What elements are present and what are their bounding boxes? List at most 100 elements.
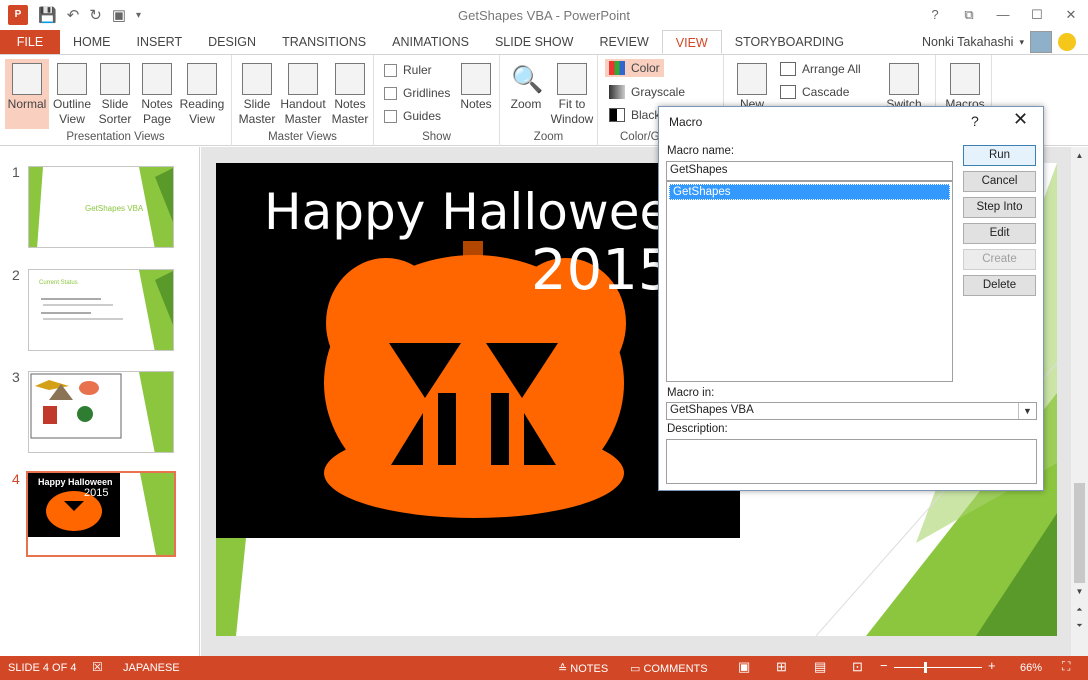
macro-dialog: Macro ? ✕ Macro name: GetShapes GetShape… [658,106,1044,491]
slide-thumbnail-panel: 1 GetShapes VBA 2 Current Status 3 4 Hap… [0,147,200,656]
grayscale-swatch-icon [609,85,625,99]
normal-view-icon [12,63,42,95]
dialog-close-button[interactable]: ✕ [1013,109,1028,130]
zoom-in-icon[interactable]: + [988,658,996,673]
fit-to-window-button[interactable]: Fit to Window [550,59,594,127]
notes-icon: ≙ [558,663,571,675]
arrange-all-icon [780,62,796,76]
grayscale-option[interactable]: Grayscale [609,85,685,99]
thumbnail-slide-4[interactable]: 4 Happy Halloween 2015 [0,471,200,561]
new-window-button[interactable]: New [734,59,770,112]
scroll-thumb[interactable] [1074,483,1085,583]
tab-insert[interactable]: INSERT [124,30,196,54]
color-option[interactable]: Color [605,59,664,77]
show-group: Ruler Gridlines Guides Notes Show [374,55,500,146]
notes-page-icon [142,63,172,95]
zoom-button[interactable]: 🔍 Zoom [506,59,546,112]
avatar [1030,31,1052,53]
vertical-scrollbar[interactable]: ▲ ▼ ⏶ ⏷ [1071,147,1088,656]
next-slide-icon[interactable]: ⏷ [1071,621,1088,631]
window-controls: ? ⧉ — ☐ ✕ [918,0,1088,30]
step-into-button[interactable]: Step Into [963,197,1036,218]
new-window-icon [737,63,767,95]
minimize-button[interactable]: — [986,0,1020,30]
notes-toggle[interactable]: ≙ NOTES [558,662,608,675]
guides-checkbox[interactable]: Guides [384,109,441,123]
thumbnail-slide-2[interactable]: 2 Current Status [0,267,200,357]
scroll-down-icon[interactable]: ▼ [1071,587,1088,596]
thumbnail-slide-3[interactable]: 3 [0,369,200,459]
normal-view-button[interactable]: Normal [5,59,49,129]
tab-transitions[interactable]: TRANSITIONS [269,30,379,54]
status-bar: SLIDE 4 OF 4 ☒ JAPANESE ≙ NOTES ▭ COMMEN… [0,656,1088,680]
comments-toggle[interactable]: ▭ COMMENTS [630,662,708,675]
handout-master-button[interactable]: Handout Master [278,59,328,127]
dialog-help-button[interactable]: ? [971,113,979,129]
tab-file[interactable]: FILE [0,30,60,54]
cascade-button[interactable]: Cascade [780,85,849,99]
normal-view-status-icon[interactable]: ▣ [738,659,750,675]
dialog-title: Macro [669,115,703,129]
close-button[interactable]: ✕ [1054,0,1088,30]
slide-title: Happy Halloween [264,183,702,241]
ruler-checkbox[interactable]: Ruler [384,63,432,77]
handout-master-icon [288,63,318,95]
macro-in-select[interactable]: GetShapes VBA ▼ [666,402,1037,420]
switch-windows-icon [889,63,919,95]
description-label: Description: [667,423,728,435]
delete-button[interactable]: Delete [963,275,1036,296]
outline-view-button[interactable]: Outline View [51,59,93,127]
run-button[interactable]: Run [963,145,1036,166]
slide-sorter-button[interactable]: Slide Sorter [95,59,135,127]
fit-slide-icon[interactable]: ⛶ [1062,659,1070,674]
help-button[interactable]: ? [918,0,952,30]
switch-windows-button[interactable]: Switch [882,59,926,112]
slide-master-button[interactable]: Slide Master [238,59,276,127]
chevron-down-icon: ▾ [1019,36,1024,47]
scroll-up-icon[interactable]: ▲ [1071,151,1088,160]
cancel-button[interactable]: Cancel [963,171,1036,192]
macro-name-input[interactable]: GetShapes [666,161,953,181]
spelling-check-icon[interactable]: ☒ [92,660,103,674]
tab-home[interactable]: HOME [60,30,124,54]
reading-view-button[interactable]: Reading View [179,59,225,127]
language-indicator[interactable]: JAPANESE [123,662,180,674]
tab-slide-show[interactable]: SLIDE SHOW [482,30,587,54]
edit-button[interactable]: Edit [963,223,1036,244]
zoom-slider[interactable] [894,662,982,673]
slide-show-status-icon[interactable]: ⊡ [852,659,863,675]
tab-storyboarding[interactable]: STORYBOARDING [722,30,857,54]
maximize-button[interactable]: ☐ [1020,0,1054,30]
black-white-option[interactable]: Black [609,108,660,122]
zoom-out-icon[interactable]: − [880,658,888,673]
slide-master-icon [242,63,272,95]
macro-list[interactable]: GetShapes [666,181,953,382]
black-white-swatch-icon [609,108,625,122]
tab-review[interactable]: REVIEW [586,30,661,54]
smiley-feedback-icon[interactable] [1058,33,1076,51]
arrange-all-button[interactable]: Arrange All [780,62,861,76]
previous-slide-icon[interactable]: ⏶ [1071,605,1088,615]
gridlines-checkbox[interactable]: Gridlines [384,86,450,100]
chevron-down-icon[interactable]: ▼ [1018,403,1036,419]
macro-list-item[interactable]: GetShapes [669,184,950,200]
tab-view[interactable]: VIEW [661,30,722,54]
description-box [666,439,1037,484]
notes-page-button[interactable]: Notes Page [137,59,177,127]
thumbnail-slide-1[interactable]: 1 GetShapes VBA [0,164,200,254]
reading-view-icon [187,63,217,95]
tab-animations[interactable]: ANIMATIONS [379,30,482,54]
magnifier-icon: 🔍 [511,64,544,94]
zoom-level[interactable]: 66% [1020,662,1042,674]
ribbon-display-button[interactable]: ⧉ [952,0,986,30]
create-button: Create [963,249,1036,270]
user-account[interactable]: Nonki Takahashi ▾ [922,30,1076,54]
notes-button[interactable]: Notes [458,59,494,112]
notes-master-button[interactable]: Notes Master [330,59,370,127]
slide-sorter-status-icon[interactable]: ⊞ [776,659,787,675]
reading-view-status-icon[interactable]: ▤ [814,659,826,675]
macros-button[interactable]: Macros [942,59,988,112]
tab-design[interactable]: DESIGN [195,30,269,54]
macro-name-label: Macro name: [667,145,735,157]
zoom-slider-thumb[interactable] [924,662,927,673]
